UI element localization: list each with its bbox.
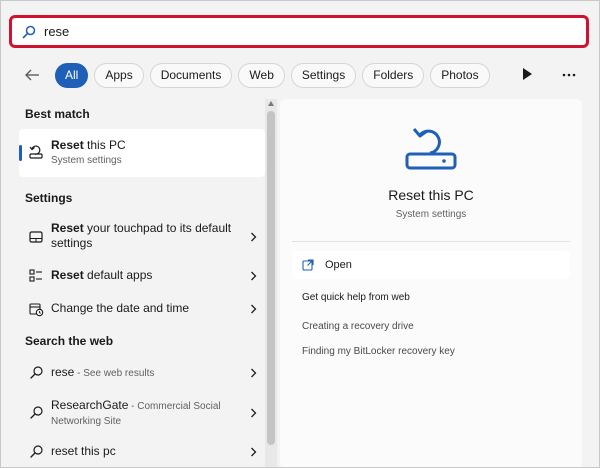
search-icon bbox=[30, 445, 43, 458]
filter-photos[interactable]: Photos bbox=[430, 62, 490, 88]
results-list: Best match Reset this PC System settings… bbox=[1, 99, 265, 467]
web-researchgate-rest: - Commercial Social bbox=[128, 401, 221, 412]
chevron-right-icon bbox=[251, 368, 257, 378]
preview-pane: Reset this PC System settings Open Get q… bbox=[280, 99, 582, 467]
filter-web[interactable]: Web bbox=[238, 62, 285, 88]
search-icon bbox=[22, 25, 36, 38]
filter-documents[interactable]: Documents bbox=[149, 62, 233, 88]
setting-item-default-apps[interactable]: Reset default apps bbox=[19, 265, 265, 287]
help-link-bitlocker-key[interactable]: Finding my BitLocker recovery key bbox=[302, 346, 455, 357]
search-icon bbox=[30, 366, 43, 379]
web-reset-pc-query: reset this pc bbox=[51, 444, 116, 458]
web-rese-query: rese bbox=[51, 365, 75, 379]
touchpad-icon bbox=[29, 231, 43, 243]
more-options-icon[interactable] bbox=[562, 73, 576, 77]
play-icon[interactable] bbox=[522, 68, 532, 80]
open-button[interactable]: Open bbox=[292, 251, 570, 279]
filter-all[interactable]: All bbox=[55, 62, 89, 88]
chevron-right-icon bbox=[251, 408, 257, 418]
search-web-heading: Search the web bbox=[25, 334, 114, 348]
filter-apps[interactable]: Apps bbox=[94, 62, 144, 88]
preview-subtitle: System settings bbox=[395, 209, 467, 220]
search-panel: All Apps Documents Web Settings Folders … bbox=[0, 0, 600, 468]
web-rese-text: rese - See web results bbox=[51, 365, 154, 381]
best-match-text: Reset this PC System settings bbox=[51, 138, 126, 168]
selection-indicator bbox=[19, 145, 22, 161]
search-input[interactable] bbox=[44, 24, 544, 39]
web-rese-rest: - See web results bbox=[74, 368, 155, 379]
results-scrollbar[interactable] bbox=[265, 99, 277, 467]
setting-touchpad-line2: settings bbox=[51, 236, 93, 250]
setting-date-time-text: Change the date and time bbox=[51, 301, 189, 316]
open-external-icon bbox=[302, 259, 314, 271]
back-arrow-icon[interactable] bbox=[23, 66, 41, 84]
chevron-right-icon bbox=[251, 447, 257, 457]
settings-heading: Settings bbox=[25, 191, 73, 205]
setting-touchpad-rest: your touchpad to its default bbox=[83, 221, 232, 235]
reset-pc-large-icon bbox=[405, 128, 457, 170]
quick-help-heading: Get quick help from web bbox=[302, 292, 410, 303]
scroll-up-icon[interactable] bbox=[268, 101, 274, 106]
best-match-heading: Best match bbox=[25, 107, 90, 121]
setting-default-apps-bold: Reset bbox=[51, 268, 84, 282]
search-icon bbox=[30, 406, 43, 419]
setting-item-date-time[interactable]: Change the date and time bbox=[19, 298, 265, 320]
setting-item-touchpad[interactable]: Reset your touchpad to its default setti… bbox=[19, 217, 265, 257]
filter-folders[interactable]: Folders bbox=[362, 62, 425, 88]
help-link-recovery-drive[interactable]: Creating a recovery drive bbox=[302, 321, 414, 332]
default-apps-icon bbox=[29, 269, 42, 282]
best-match-subtitle: System settings bbox=[51, 155, 122, 166]
web-researchgate-name: ResearchGate bbox=[51, 398, 129, 412]
filter-bar: All Apps Documents Web Settings Folders … bbox=[23, 62, 490, 88]
web-researchgate-text: ResearchGate - Commercial Social Network… bbox=[51, 398, 221, 429]
setting-date-time-rest: Change the date and time bbox=[51, 301, 190, 315]
web-researchgate-line2: Networking Site bbox=[51, 416, 122, 427]
open-label: Open bbox=[325, 259, 352, 271]
web-reset-pc-text: reset this pc bbox=[51, 444, 116, 459]
best-match-rest: this PC bbox=[83, 138, 126, 152]
chevron-right-icon bbox=[251, 271, 257, 281]
reset-pc-icon bbox=[29, 145, 43, 159]
setting-touchpad-text: Reset your touchpad to its default setti… bbox=[51, 221, 231, 251]
calendar-clock-icon bbox=[29, 303, 44, 317]
search-box[interactable] bbox=[9, 15, 589, 48]
setting-default-apps-text: Reset default apps bbox=[51, 268, 152, 283]
chevron-right-icon bbox=[251, 232, 257, 242]
web-item-reset-this-pc[interactable]: reset this pc bbox=[19, 441, 265, 463]
preview-divider bbox=[292, 241, 570, 242]
filter-settings[interactable]: Settings bbox=[290, 62, 357, 88]
best-match-bold: Reset bbox=[51, 138, 84, 152]
preview-title: Reset this PC bbox=[388, 187, 474, 203]
chevron-right-icon bbox=[251, 304, 257, 314]
setting-touchpad-bold: Reset bbox=[51, 221, 84, 235]
web-item-rese[interactable]: rese - See web results bbox=[19, 362, 265, 384]
web-item-researchgate[interactable]: ResearchGate - Commercial Social Network… bbox=[19, 395, 265, 431]
setting-default-apps-rest: default apps bbox=[83, 268, 153, 282]
scrollbar-thumb[interactable] bbox=[267, 111, 275, 445]
best-match-item[interactable]: Reset this PC System settings bbox=[19, 129, 265, 177]
